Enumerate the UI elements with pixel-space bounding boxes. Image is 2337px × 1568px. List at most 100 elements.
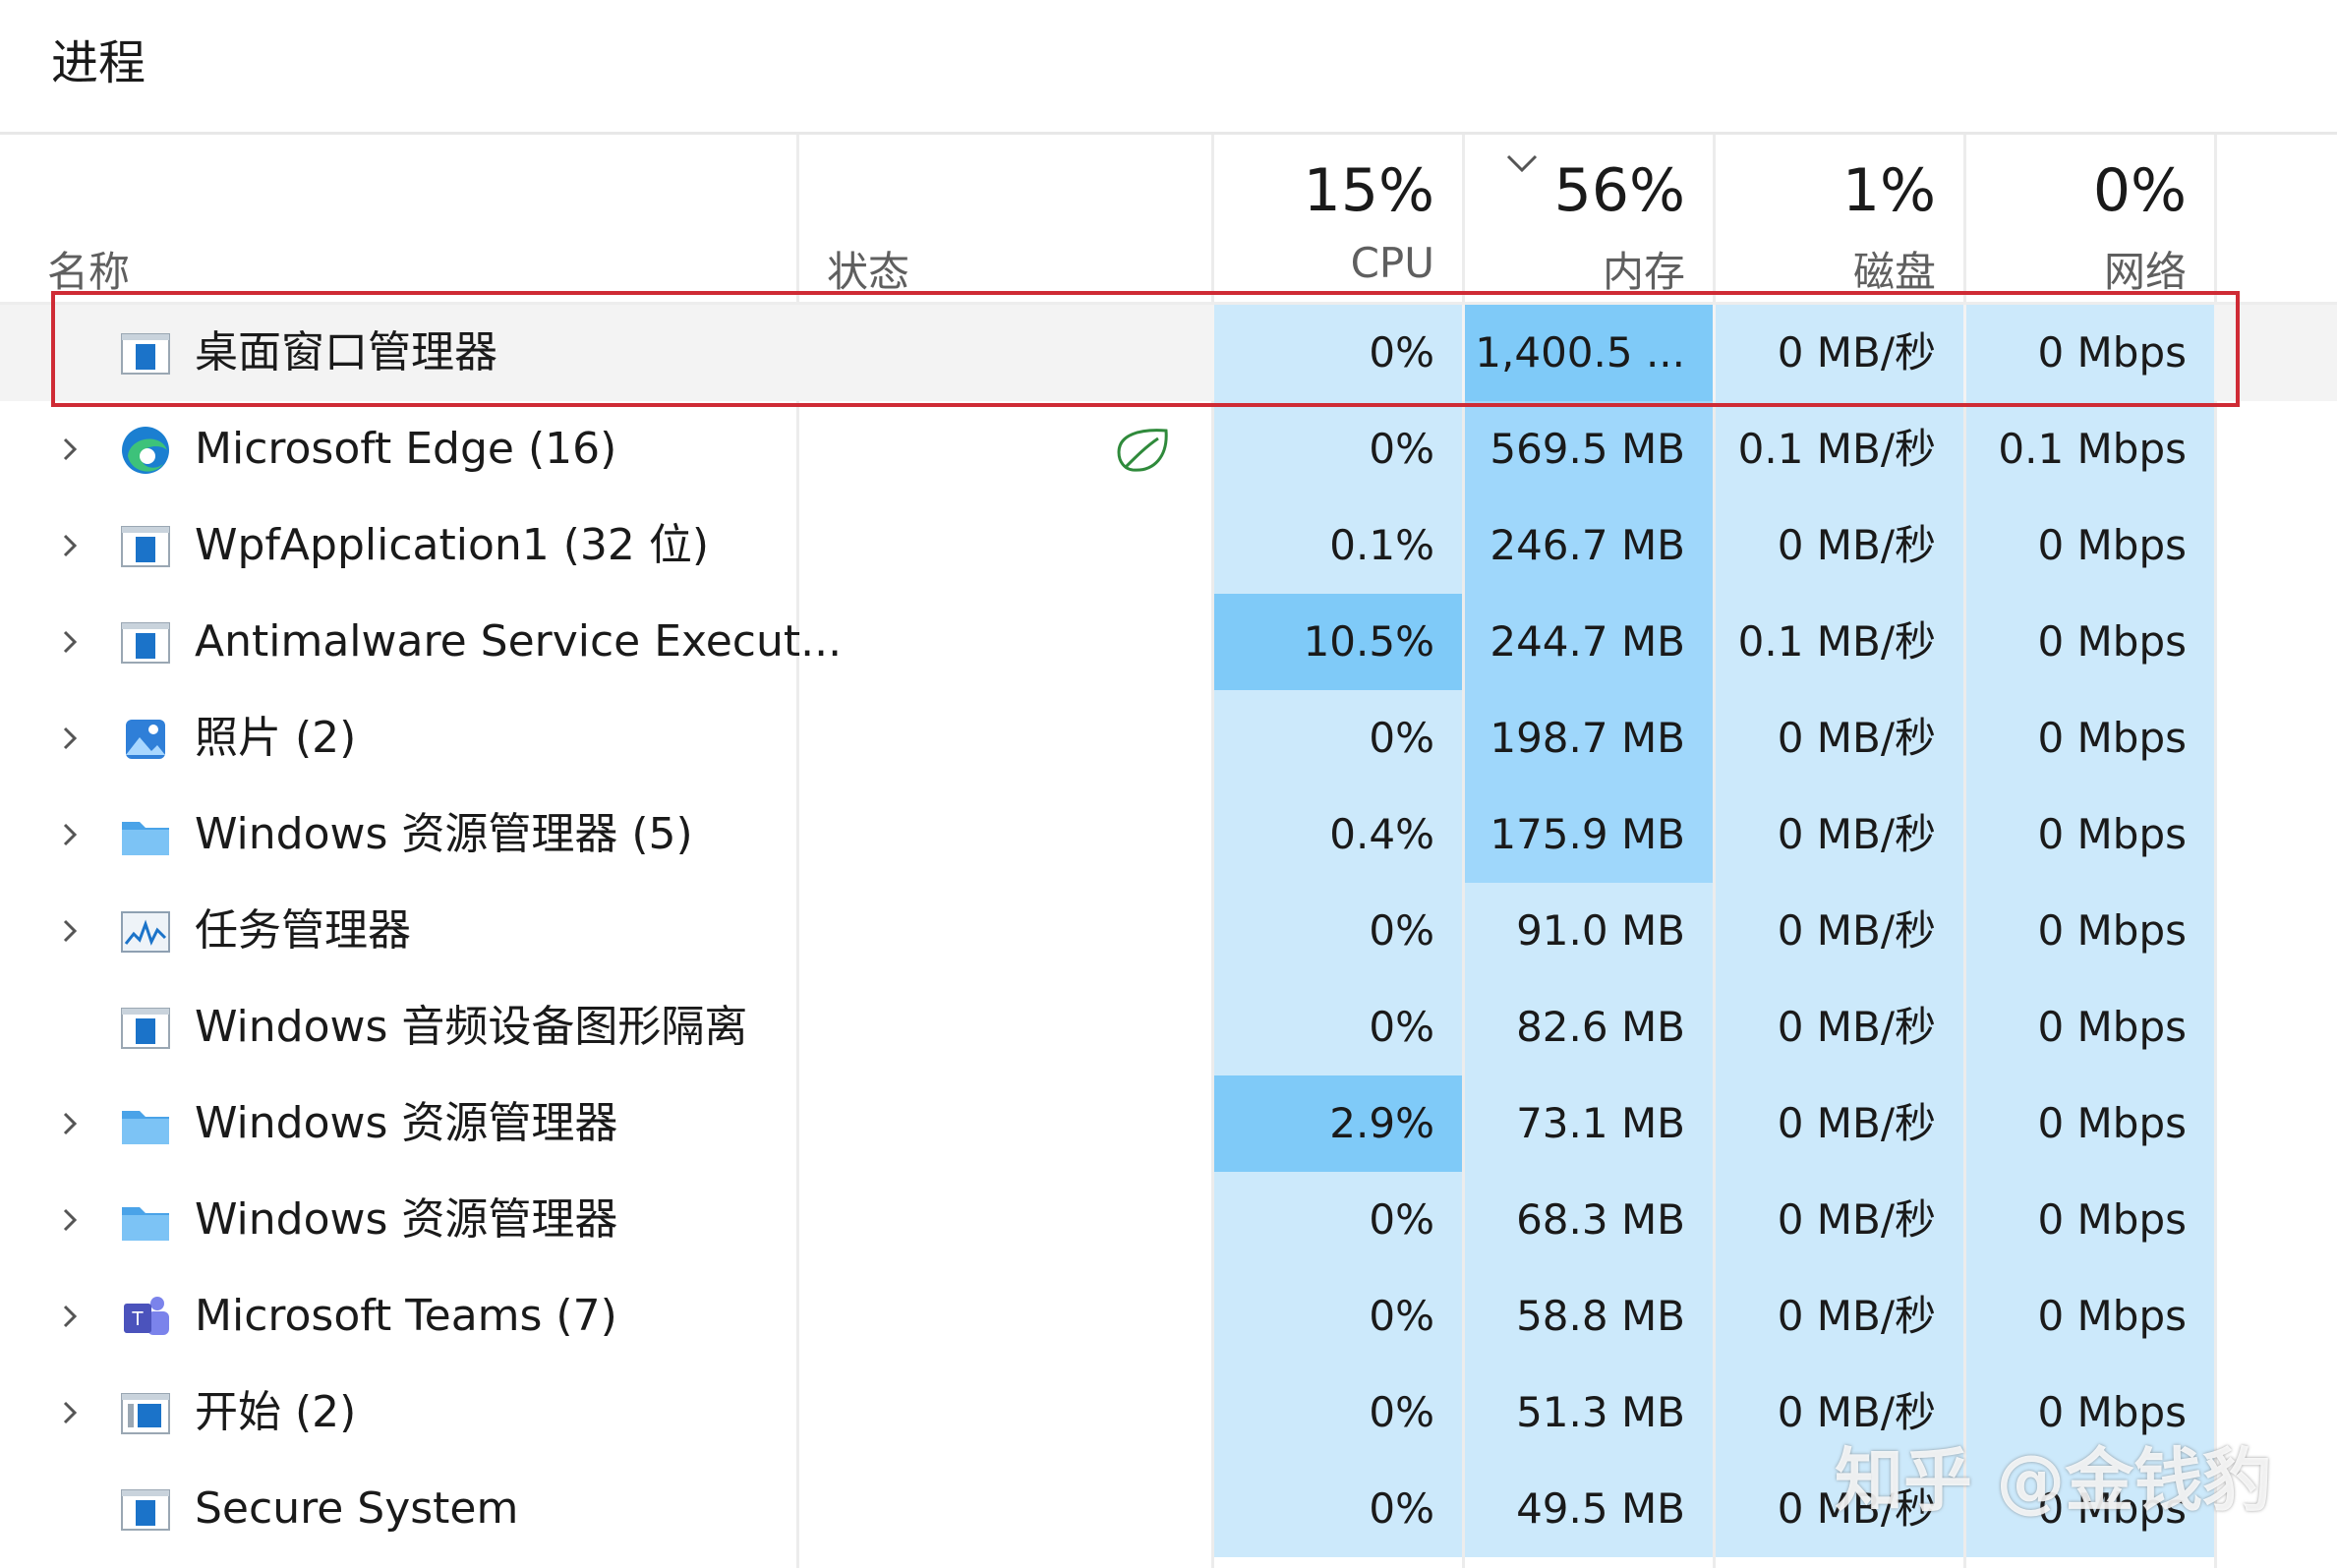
table-row[interactable]: Windows 资源管理器 (5) 0.4% 175.9 MB 0 MB/秒 0 Mbp… [0, 786, 2337, 883]
chevron-right-icon[interactable] [57, 918, 83, 944]
disk-value: 0 MB/秒 [1777, 328, 1936, 377]
table-row[interactable]: Microsoft Edge (16) 0% 569.5 MB 0.1 MB/秒 0.1… [0, 401, 2337, 497]
network-cell: 0 Mbps [1966, 979, 2214, 1075]
cpu-value: 0.1% [1329, 521, 1434, 569]
memory-value: 91.0 MB [1516, 906, 1685, 955]
memory-cell: 73.1 MB [1465, 1075, 1713, 1172]
network-value: 0.1 Mbps [1998, 425, 2187, 473]
column-header-disk[interactable]: 1% 磁盘 [1716, 135, 1963, 302]
cpu-cell: 0% [1214, 1172, 1462, 1268]
chevron-right-icon[interactable] [57, 1304, 83, 1329]
disk-cell: 0 MB/秒 [1716, 497, 1963, 594]
column-header-cpu[interactable]: 15% CPU [1214, 135, 1462, 302]
sort-descending-icon [1506, 154, 1538, 173]
column-header-memory[interactable]: 56% 内存 [1465, 135, 1713, 302]
chevron-right-icon[interactable] [57, 1111, 83, 1136]
network-cell: 0 Mbps [1966, 497, 2214, 594]
photos-icon [126, 720, 165, 759]
chevron-right-icon[interactable] [57, 533, 83, 558]
memory-value: 68.3 MB [1516, 1195, 1685, 1244]
memory-cell: 246.7 MB [1465, 497, 1713, 594]
chevron-right-icon[interactable] [57, 629, 83, 655]
process-name: Windows 资源管理器 [195, 1194, 618, 1245]
svg-text:T: T [132, 1308, 144, 1330]
process-name: 照片 (2) [195, 713, 357, 763]
cpu-value: 0% [1369, 1388, 1434, 1436]
disk-value: 0.1 MB/秒 [1737, 617, 1936, 666]
cpu-cell: 10.5% [1214, 594, 1462, 690]
memory-cell: 51.3 MB [1465, 1365, 1713, 1461]
network-cell: 0 Mbps [1966, 305, 2214, 401]
network-value: 0 Mbps [2037, 328, 2187, 377]
network-value: 0 Mbps [2037, 617, 2187, 666]
chevron-right-icon[interactable] [57, 1207, 83, 1233]
cpu-value: 0% [1369, 328, 1434, 377]
column-header-status-label: 状态 [827, 248, 910, 296]
disk-cell: 0 MB/秒 [1716, 1172, 1963, 1268]
table-row[interactable]: 任务管理器 0% 91.0 MB 0 MB/秒 0 Mbps [0, 883, 2337, 979]
memory-cell: 569.5 MB [1465, 401, 1713, 497]
network-value: 0 Mbps [2037, 1195, 2187, 1244]
cpu-cell: 0% [1214, 1461, 1462, 1557]
process-name: Windows 资源管理器 (5) [195, 809, 693, 859]
disk-cell: 0 MB/秒 [1716, 786, 1963, 883]
disk-value: 0 MB/秒 [1777, 1003, 1936, 1051]
memory-value: 246.7 MB [1490, 521, 1685, 569]
disk-value: 0.1 MB/秒 [1737, 425, 1936, 473]
column-header-name[interactable]: 名称 [0, 135, 796, 302]
table-row[interactable]: Windows 资源管理器 0% 68.3 MB 0 MB/秒 0 Mbps [0, 1172, 2337, 1268]
cpu-cell: 0% [1214, 1365, 1462, 1461]
app-window-icon [121, 622, 170, 664]
table-row[interactable]: 照片 (2) 0% 198.7 MB 0 MB/秒 0 Mbps [0, 690, 2337, 786]
network-value: 0 Mbps [2037, 521, 2187, 569]
app-window-icon [121, 1489, 170, 1531]
table-row[interactable]: Windows 资源管理器 2.9% 73.1 MB 0 MB/秒 0 Mbps [0, 1075, 2337, 1172]
efficiency-leaf-icon [1117, 429, 1168, 472]
disk-cell: 0 MB/秒 [1716, 690, 1963, 786]
process-name: Microsoft Teams (7) [195, 1291, 617, 1341]
cpu-value: 0% [1369, 1484, 1434, 1533]
app-window-icon [121, 1008, 170, 1049]
cpu-cell: 0% [1214, 305, 1462, 401]
disk-cell: 0 MB/秒 [1716, 883, 1963, 979]
chevron-right-icon[interactable] [57, 822, 83, 847]
table-row[interactable]: WpfApplication1 (32 位) 0.1% 246.7 MB 0 MB/秒… [0, 497, 2337, 594]
column-header-network[interactable]: 0% 网络 [1966, 135, 2214, 302]
disk-cell: 0 MB/秒 [1716, 305, 1963, 401]
network-cell: 0 Mbps [1966, 786, 2214, 883]
table-row[interactable]: Antimalware Service Execut... 10.5% 244.7 … [0, 594, 2337, 690]
cpu-value: 0% [1369, 714, 1434, 762]
network-cell: 0 Mbps [1966, 883, 2214, 979]
folder-icon [122, 822, 169, 855]
table-row[interactable]: Windows 音频设备图形隔离 0% 82.6 MB 0 MB/秒 0 Mbps [0, 979, 2337, 1075]
chevron-right-icon[interactable] [57, 1400, 83, 1425]
network-cell: 0 Mbps [1966, 1172, 2214, 1268]
memory-cell: 49.5 MB [1465, 1461, 1713, 1557]
network-total-percent: 0% [2092, 156, 2187, 225]
memory-value: 569.5 MB [1490, 425, 1685, 473]
memory-value: 82.6 MB [1516, 1003, 1685, 1051]
memory-cell: 244.7 MB [1465, 594, 1713, 690]
column-header-name-label: 名称 [47, 248, 131, 296]
network-cell: 0 Mbps [1966, 594, 2214, 690]
cpu-value: 0% [1369, 1195, 1434, 1244]
cpu-cell: 0% [1214, 883, 1462, 979]
disk-cell: 0.1 MB/秒 [1716, 401, 1963, 497]
memory-value: 175.9 MB [1490, 810, 1685, 858]
chevron-right-icon[interactable] [57, 436, 83, 462]
disk-value: 0 MB/秒 [1777, 810, 1936, 858]
column-header-cpu-label: CPU [1350, 239, 1434, 287]
chevron-right-icon[interactable] [57, 726, 83, 751]
process-name: Windows 资源管理器 [195, 1098, 618, 1148]
cpu-cell: 0% [1214, 979, 1462, 1075]
column-header-status[interactable]: 状态 [799, 135, 1211, 302]
table-row[interactable]: T Microsoft Teams (7) 0% 58.8 MB 0 MB/秒 0 Mbp… [0, 1268, 2337, 1365]
table-row[interactable]: 桌面窗口管理器 0% 1,400.5 ... 0 MB/秒 0 Mbps [0, 305, 2337, 401]
disk-cell: 0.1 MB/秒 [1716, 594, 1963, 690]
folder-icon [122, 1111, 169, 1144]
disk-total-percent: 1% [1841, 156, 1936, 225]
memory-cell: 68.3 MB [1465, 1172, 1713, 1268]
column-header-disk-label: 磁盘 [1852, 248, 1936, 296]
memory-value: 198.7 MB [1490, 714, 1685, 762]
cpu-cell: 2.9% [1214, 1075, 1462, 1172]
